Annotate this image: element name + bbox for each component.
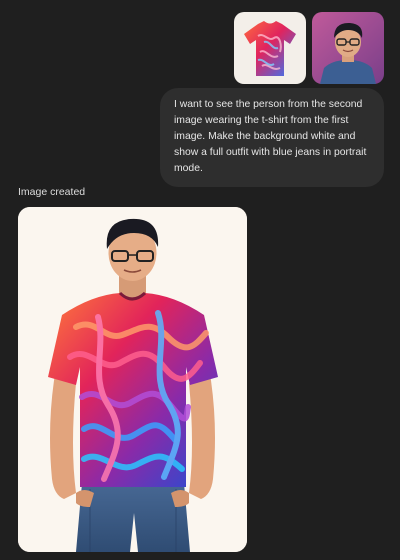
generated-image[interactable]: [18, 207, 247, 552]
person-portrait-thumbnail-icon: [312, 12, 384, 84]
user-message-bubble: I want to see the person from the second…: [160, 88, 384, 187]
attachment-row: [234, 12, 384, 84]
attachment-tshirt-thumbnail[interactable]: [234, 12, 306, 84]
user-message-text: I want to see the person from the second…: [174, 99, 367, 174]
attachment-person-thumbnail[interactable]: [312, 12, 384, 84]
image-created-label: Image created: [18, 186, 86, 198]
tshirt-thumbnail-icon: [234, 12, 306, 84]
generated-outfit-illustration: [18, 207, 247, 552]
